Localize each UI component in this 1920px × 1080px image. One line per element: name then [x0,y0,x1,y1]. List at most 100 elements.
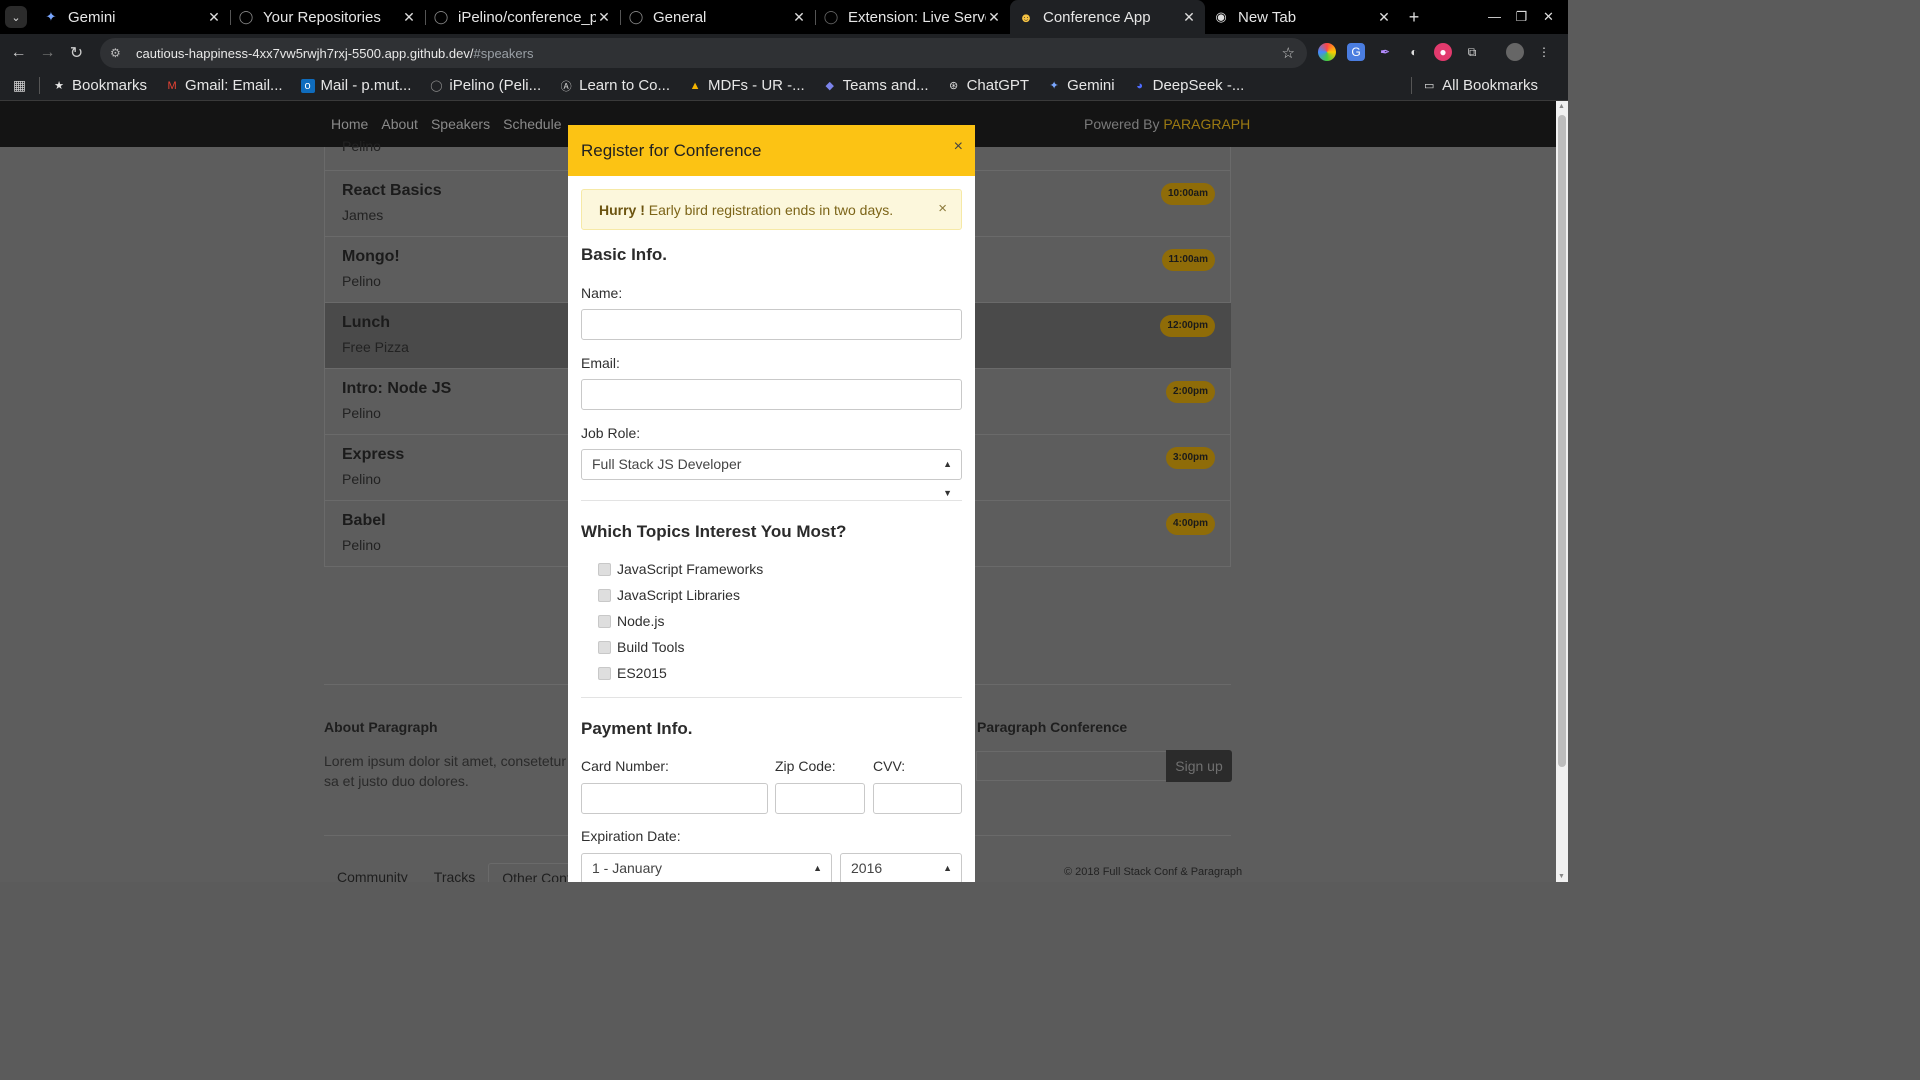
bookmarks-bar: ▦ ★ Bookmarks M Gmail: Email... o Mail - p.… [0,71,1568,101]
bookmark-item[interactable]: o Mail - p.mut... [300,77,411,94]
scroll-up-icon[interactable]: ▲ [1558,103,1565,110]
nav-home[interactable]: Home [331,116,368,132]
github-icon: ◯ [430,80,443,92]
back-icon[interactable]: ← [4,44,33,62]
nav-speakers[interactable]: Speakers [431,116,490,132]
zip-code-field[interactable] [775,783,865,814]
bookmark-item[interactable]: ⊛ ChatGPT [947,77,1030,94]
tab-conference-app[interactable]: ☻ Conference App ✕ [1010,0,1205,34]
bookmark-label: Gemini [1067,77,1115,94]
newsletter-email-input[interactable] [976,751,1166,781]
card-number-field[interactable] [581,783,768,814]
apps-grid-icon[interactable]: ▦ [0,77,40,94]
email-field[interactable] [581,379,962,410]
bookmark-item[interactable]: ◆ Teams and... [823,77,928,94]
topic-checkbox[interactable] [598,641,611,654]
divider [581,500,962,501]
topic-checkbox[interactable] [598,563,611,576]
time-badge: 11:00am [1161,249,1215,271]
close-icon[interactable]: × [954,138,963,156]
close-icon[interactable]: ✕ [986,9,1002,26]
github-icon: ◯ [433,9,449,24]
bookmark-item[interactable]: ★ Bookmarks [52,77,147,94]
close-icon[interactable]: ✕ [1376,9,1392,26]
bookmark-label: Bookmarks [72,77,148,94]
new-tab-button[interactable]: + [1400,7,1428,28]
topic-checkbox[interactable] [598,667,611,680]
topic-checkbox[interactable] [598,615,611,628]
drive-icon: ▲ [689,79,701,92]
bookmark-item[interactable]: ◕ DeepSeek -... [1133,77,1245,94]
site-info-icon[interactable]: ⚙ [110,46,126,60]
tab-extension-live-server[interactable]: ◯ Extension: Live Serve ✕ [815,0,1010,34]
close-icon[interactable]: ✕ [791,9,807,26]
close-icon[interactable]: ✕ [401,9,417,26]
record-extension-icon[interactable]: ● [1434,43,1452,61]
close-icon[interactable]: ✕ [206,9,222,26]
select-arrows-icon: ▲▼ [813,863,822,873]
name-field[interactable] [581,309,962,340]
profile-avatar[interactable] [1506,43,1524,61]
exp-year-select[interactable]: 2016 ▲▼ [840,853,962,882]
tab-ipelino-conference[interactable]: ◯ iPelino/conference_p ✕ [425,0,621,34]
tab-community[interactable]: Community [324,863,421,882]
close-icon[interactable]: ✕ [1181,9,1197,26]
panda-extension-icon[interactable]: ◐ [1405,43,1423,61]
address-bar[interactable]: ⚙ cautious-happiness-4xx7vw5rwjh7rxj-550… [100,38,1307,68]
translate-extension-icon[interactable]: G [1347,43,1365,61]
signup-button[interactable]: Sign up [1166,750,1232,782]
time-badge: 2:00pm [1165,381,1215,403]
colorpicker-extension-icon[interactable] [1318,43,1336,61]
close-window-icon[interactable]: ✕ [1535,9,1562,25]
url-path: #speakers [473,45,534,61]
bookmark-star-icon[interactable]: ☆ [1282,44,1295,62]
modal-title: Register for Conference [581,141,762,160]
session-speaker: Pelino [342,537,381,553]
bookmark-item[interactable]: ✦ Gemini [1047,77,1115,94]
bookmark-item[interactable]: Ⓐ Learn to Co... [559,77,670,94]
menu-dots-icon[interactable]: ⋮ [1535,43,1553,61]
bookmark-label: DeepSeek -... [1152,77,1245,94]
scroll-down-icon[interactable]: ▼ [1558,873,1565,880]
topic-label: Build Tools [617,639,685,655]
page-scrollbar[interactable]: ▲ ▼ [1556,101,1568,882]
gemini-icon: ✦ [45,9,57,24]
minimize-icon[interactable]: — [1481,9,1508,25]
tab-title: Extension: Live Serve [848,8,986,26]
cvv-field[interactable] [873,783,962,814]
close-icon[interactable]: ✕ [596,9,612,26]
card-number-label: Card Number: [581,758,669,774]
tab-new-tab[interactable]: ◉ New Tab ✕ [1205,0,1400,34]
tab-search-button[interactable]: ⌄ [5,6,27,28]
extensions-puzzle-icon[interactable]: ⧉ [1463,43,1481,61]
job-role-label: Job Role: [581,425,641,441]
topic-checkbox[interactable] [598,589,611,602]
nav-about[interactable]: About [381,116,418,132]
forward-icon[interactable]: → [33,44,62,62]
browser-toolbar: ← → ↻ ⚙ cautious-happiness-4xx7vw5rwjh7r… [0,34,1568,71]
all-bookmarks-folder[interactable]: ▭ All Bookmarks [1411,77,1538,94]
restore-icon[interactable]: ❐ [1508,9,1535,25]
brand-link[interactable]: PARAGRAPH [1163,116,1250,132]
reload-icon[interactable]: ↻ [62,43,91,63]
topic-label: JavaScript Frameworks [617,561,764,577]
tab-general[interactable]: ◯ General ✕ [620,0,816,34]
tab-gemini[interactable]: ✦ Gemini ✕ [35,0,231,34]
bookmark-label: ChatGPT [966,77,1030,94]
job-role-select[interactable]: Full Stack JS Developer ▲ ▼ [581,449,962,498]
bookmark-item[interactable]: ▲ MDFs - UR -... [688,77,805,94]
exp-month-select[interactable]: 1 - January ▲▼ [581,853,832,882]
tab-your-repositories[interactable]: ◯ Your Repositories ✕ [230,0,426,34]
session-speaker: Pelino [342,138,381,154]
zip-code-label: Zip Code: [775,758,836,774]
nav-schedule[interactable]: Schedule [503,116,561,132]
pen-extension-icon[interactable]: ✒ [1376,43,1394,61]
alert-close-icon[interactable]: × [938,200,947,217]
scrollbar-thumb[interactable] [1558,115,1566,767]
folder-icon: ▭ [1423,80,1435,92]
tab-tracks[interactable]: Tracks [421,863,488,882]
time-badge: 4:00pm [1165,513,1215,535]
modal-header: Register for Conference × [568,125,975,176]
bookmark-item[interactable]: ◯ iPelino (Peli... [429,77,541,94]
bookmark-item[interactable]: M Gmail: Email... [165,77,282,94]
